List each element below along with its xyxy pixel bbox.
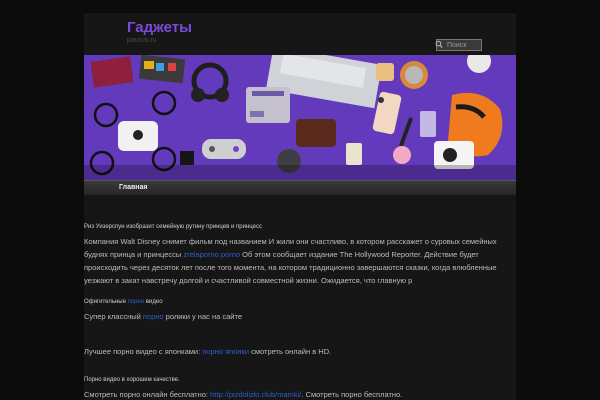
page-container: Гаджеты paurus.ru Поиск Главная Риз Уизе… xyxy=(84,13,516,400)
post-link[interactable]: http://pizdolizki.club/mamki/ xyxy=(210,390,301,399)
site-description: paurus.ru xyxy=(127,37,157,44)
post-text-before: Смотреть порно онлайн бесплатно: xyxy=(84,390,211,399)
post-text-before: Лучшее порно видео с японками: xyxy=(84,347,203,356)
post-link[interactable]: порно японки xyxy=(202,347,249,356)
site-title[interactable]: Гаджеты xyxy=(127,20,192,36)
post-heading: Офигительные порно видео xyxy=(84,299,504,305)
post-text-after: ролики у нас на сайте xyxy=(163,312,242,321)
post-text: Компания Walt Disney снимет фильм под на… xyxy=(84,235,504,287)
search-icon xyxy=(435,40,443,49)
post-2: Офигительные порно видео Супер классный … xyxy=(84,299,504,323)
main-navigation: Главная xyxy=(84,180,516,195)
post-text: Смотреть порно онлайн бесплатно: http://… xyxy=(84,388,504,400)
post-text-after: . Смотреть порно бесплатно. xyxy=(301,390,403,399)
post-link[interactable]: zrelaporno.porno xyxy=(183,250,240,259)
post-heading-before: Офигительные xyxy=(84,299,128,305)
search-form xyxy=(435,39,482,51)
post-link[interactable]: порно xyxy=(143,312,164,321)
post-text-after: смотреть онлайн в HD. xyxy=(249,347,332,356)
header-banner-image xyxy=(84,55,516,180)
post-4: Порно видео в хорошем качестве. Смотреть… xyxy=(84,377,504,400)
post-1: Риз Уизерспун изобразит семейную рутину … xyxy=(84,224,504,287)
post-heading: Порно видео в хорошем качестве. xyxy=(84,377,180,383)
post-text: Лучшее порно видео с японками: порно япо… xyxy=(84,345,504,358)
masthead: Гаджеты paurus.ru xyxy=(84,13,516,55)
post-3: Лучшее порно видео с японками: порно япо… xyxy=(84,345,504,358)
nav-item-home[interactable]: Главная xyxy=(119,184,147,191)
post-heading-after: видео xyxy=(144,299,163,305)
post-heading: Риз Уизерспун изобразит семейную рутину … xyxy=(84,224,262,230)
post-text: Супер классный порно ролики у нас на сай… xyxy=(84,310,504,323)
post-text-before: Супер классный xyxy=(84,312,143,321)
post-heading-link[interactable]: порно xyxy=(128,299,145,305)
